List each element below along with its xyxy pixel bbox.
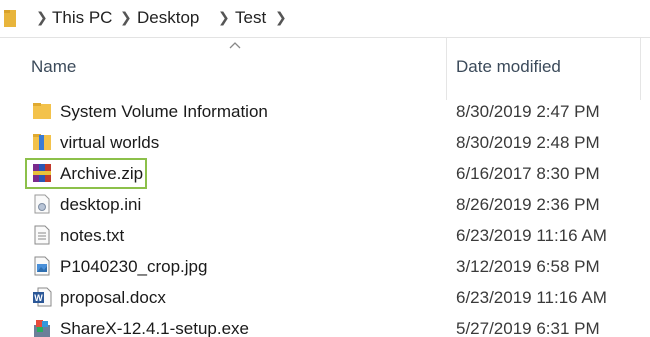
folder-icon	[33, 134, 51, 150]
file-name: ShareX-12.4.1-setup.exe	[60, 319, 250, 337]
chevron-right-icon[interactable]: ❯	[275, 9, 287, 26]
column-header-name[interactable]: Name	[31, 57, 76, 77]
address-bar[interactable]: ❯ This PC ❯ Desktop ❯ Test ❯	[0, 0, 650, 38]
chevron-right-icon[interactable]: ❯	[120, 9, 132, 26]
winrar-archive-icon	[33, 164, 51, 182]
file-name: notes.txt	[60, 226, 125, 245]
file-date-modified: 8/30/2019 2:47 PM	[456, 102, 600, 121]
breadcrumb-this-pc[interactable]: This PC	[52, 8, 112, 28]
column-header-row: Name Date modified	[0, 38, 650, 100]
breadcrumb-test[interactable]: Test	[235, 8, 266, 28]
file-row[interactable]: Archive.zip 6/16/2017 8:30 PM	[0, 158, 650, 189]
file-date-modified: 8/30/2019 2:48 PM	[456, 133, 600, 152]
file-name: virtual worlds	[60, 133, 160, 152]
column-divider[interactable]	[640, 38, 641, 100]
file-date-modified: 5/27/2019 6:31 PM	[456, 319, 600, 337]
chevron-right-icon[interactable]: ❯	[36, 9, 48, 26]
folder-icon	[4, 10, 16, 27]
file-date-modified: 8/26/2019 2:36 PM	[456, 195, 600, 214]
file-date-modified: 3/12/2019 6:58 PM	[456, 257, 600, 276]
chevron-right-icon[interactable]: ❯	[218, 9, 230, 26]
file-name: System Volume Information	[60, 102, 268, 121]
file-row[interactable]: W proposal.docx 6/23/2019 11:16 AM	[0, 282, 650, 313]
text-file-icon	[34, 225, 50, 245]
folder-icon	[33, 103, 51, 119]
file-date-modified: 6/23/2019 11:16 AM	[456, 226, 607, 245]
image-file-icon	[34, 256, 50, 276]
column-header-date-modified[interactable]: Date modified	[456, 57, 561, 77]
file-name: desktop.ini	[60, 195, 142, 214]
file-row[interactable]: virtual worlds 8/30/2019 2:48 PM	[0, 127, 650, 158]
file-row[interactable]: desktop.ini 8/26/2019 2:36 PM	[0, 189, 650, 220]
file-name: proposal.docx	[60, 288, 166, 307]
settings-file-icon	[34, 194, 50, 214]
installer-icon	[34, 320, 50, 337]
column-divider[interactable]	[446, 38, 447, 100]
file-row[interactable]: ShareX-12.4.1-setup.exe 5/27/2019 6:31 P…	[0, 313, 650, 337]
breadcrumb-desktop[interactable]: Desktop	[137, 8, 199, 28]
file-name: P1040230_crop.jpg	[60, 257, 208, 276]
file-date-modified: 6/16/2017 8:30 PM	[456, 164, 600, 183]
word-document-icon: W	[33, 287, 52, 307]
file-name: Archive.zip	[60, 164, 144, 183]
file-row[interactable]: System Volume Information 8/30/2019 2:47…	[0, 96, 650, 127]
file-row[interactable]: notes.txt 6/23/2019 11:16 AM	[0, 220, 650, 251]
file-row[interactable]: P1040230_crop.jpg 3/12/2019 6:58 PM	[0, 251, 650, 282]
svg-text:W: W	[34, 293, 43, 303]
file-date-modified: 6/23/2019 11:16 AM	[456, 288, 607, 307]
sort-ascending-icon	[229, 42, 241, 49]
